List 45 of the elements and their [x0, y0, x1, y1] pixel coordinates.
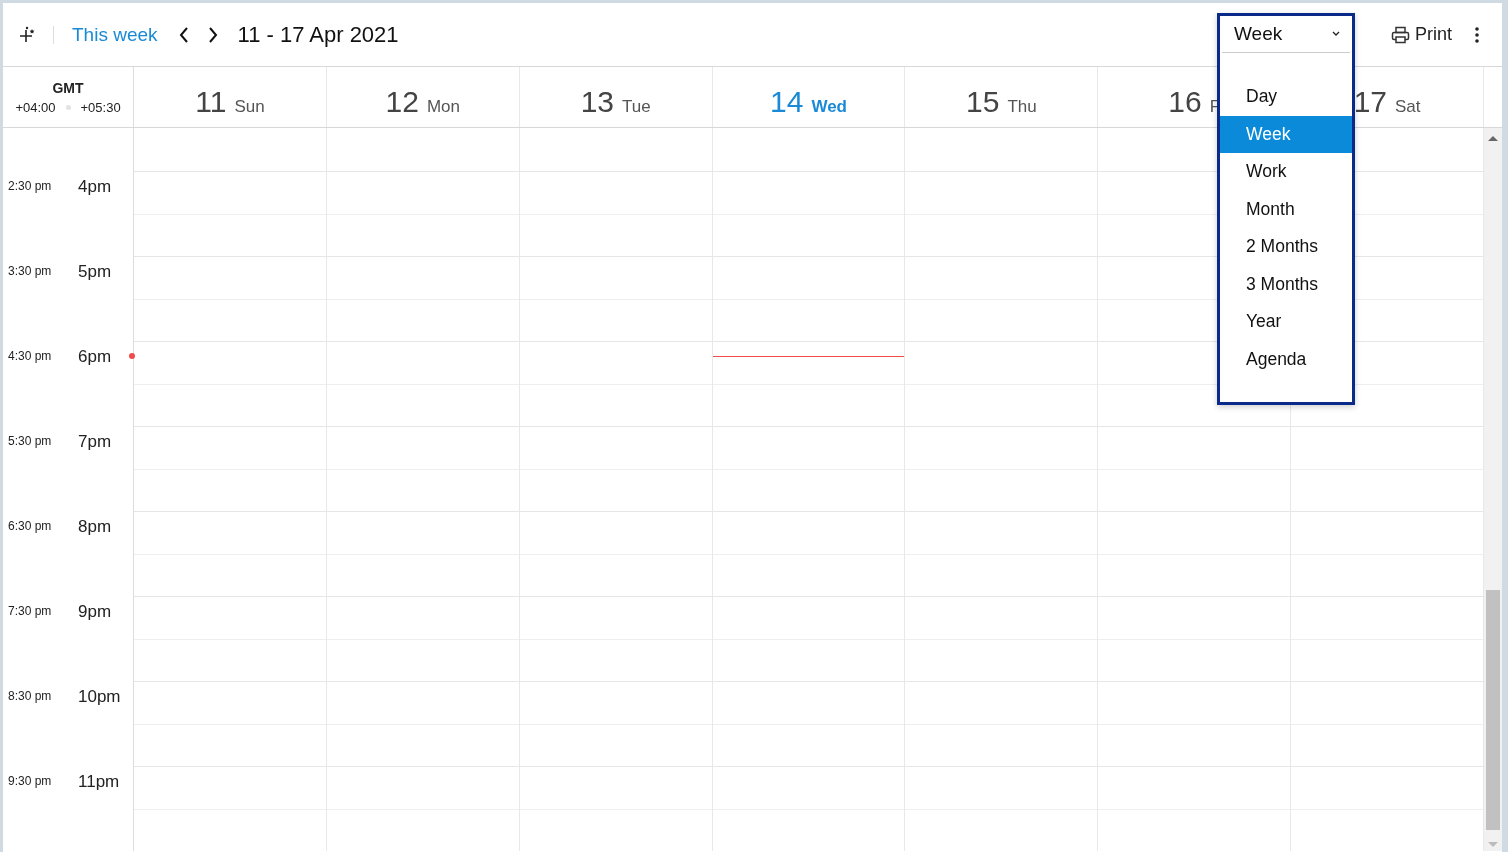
secondary-time-label: 5:30 pm [8, 434, 53, 448]
date-range: 11 - 17 Apr 2021 [237, 21, 399, 48]
add-sparkle-icon[interactable] [19, 25, 35, 44]
printer-icon[interactable] [1391, 25, 1410, 44]
view-option[interactable]: Month [1220, 190, 1352, 228]
day-header[interactable]: 13 Tue [519, 67, 713, 127]
print-button[interactable]: Print [1389, 22, 1454, 47]
secondary-time-label: 2:30 pm [8, 179, 53, 193]
secondary-time-label: 8:30 pm [8, 689, 53, 703]
time-label: 4pm [78, 177, 112, 197]
previous-icon[interactable] [177, 25, 190, 44]
day-header[interactable]: 11 Sun [134, 67, 327, 127]
view-option[interactable]: 3 Months [1220, 265, 1352, 303]
time-label: 8pm [78, 517, 112, 537]
time-label: 11pm [78, 772, 120, 792]
time-label: 10pm [78, 687, 121, 707]
view-option[interactable]: Agenda [1220, 340, 1352, 378]
scroll-up-icon[interactable] [1488, 136, 1498, 141]
view-option[interactable]: 2 Months [1220, 228, 1352, 266]
secondary-time-label: 3:30 pm [8, 264, 53, 278]
timezone-offset: +04:00 [15, 99, 56, 115]
secondary-time-label: 4:30 pm [8, 349, 53, 363]
secondary-time-label: 6:30 pm [8, 519, 53, 533]
next-icon[interactable] [206, 25, 219, 44]
scrollbar-thumb[interactable] [1486, 590, 1500, 830]
this-week-link[interactable]: This week [72, 23, 158, 46]
separator-dot-icon [65, 104, 71, 110]
time-label: 6pm [78, 347, 112, 367]
time-label: 5pm [78, 262, 112, 282]
view-option[interactable]: Week [1220, 115, 1352, 153]
view-option[interactable]: Work [1220, 153, 1352, 191]
day-header[interactable]: 15 Thu [905, 67, 1099, 127]
view-select[interactable]: Week [1222, 16, 1350, 53]
time-label: 9pm [78, 602, 112, 622]
day-header[interactable]: 14 Wed [712, 67, 906, 127]
time-label: 7pm [78, 432, 112, 452]
timezone-label: GMT [52, 79, 84, 96]
timezone-offset: +05:30 [80, 99, 121, 115]
scrollbar[interactable] [1484, 128, 1502, 851]
view-option[interactable]: Year [1220, 303, 1352, 341]
chevron-down-icon[interactable] [1332, 31, 1340, 37]
day-header[interactable]: 12 Mon [326, 67, 520, 127]
more-options-icon[interactable] [1474, 25, 1480, 44]
secondary-time-label: 9:30 pm [8, 774, 53, 788]
secondary-time-label: 7:30 pm [8, 604, 53, 618]
